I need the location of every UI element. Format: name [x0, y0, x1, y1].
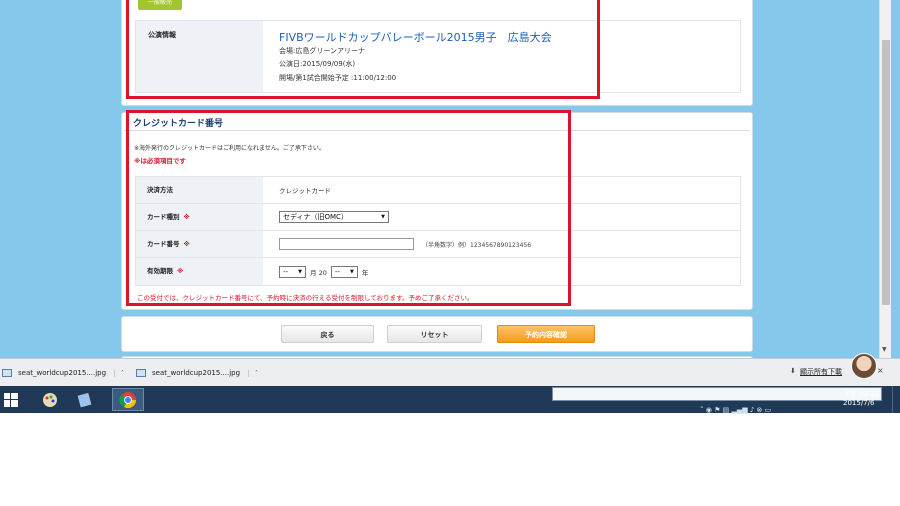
vertical-scrollbar[interactable]: ▼	[879, 0, 891, 358]
highlight-box-event	[126, 0, 600, 99]
download-arrow-icon: ⬇	[790, 367, 796, 375]
image-file-icon	[2, 369, 12, 377]
paint-app-icon[interactable]	[35, 388, 65, 411]
show-desktop-button[interactable]	[892, 386, 900, 413]
notes-app-icon[interactable]	[70, 388, 100, 411]
back-button[interactable]: 戻る	[281, 325, 374, 343]
clock-time: 下午 03:22	[843, 390, 880, 398]
download-item[interactable]: seat_worldcup2015....jpg ˄	[2, 363, 130, 383]
security-icon[interactable]: ◉	[706, 406, 712, 414]
highlight-box-card	[126, 110, 571, 306]
network-icon[interactable]: ▤	[723, 406, 730, 414]
signal-icon[interactable]: ▂▄▆	[731, 406, 747, 414]
confirm-reservation-button[interactable]: 予約内容確認	[497, 325, 595, 343]
show-all-downloads-link[interactable]: 顯示所有下載	[800, 367, 842, 377]
avatar	[851, 353, 877, 379]
taskbar-clock[interactable]: 下午 03:22 2015/7/6	[843, 390, 879, 408]
volume-icon[interactable]: ♪	[750, 406, 754, 414]
close-circle-icon[interactable]: ⊗	[757, 406, 763, 414]
scroll-down-arrow-icon[interactable]: ▼	[882, 346, 887, 353]
reset-button[interactable]: リセット	[387, 325, 482, 343]
chevron-up-icon[interactable]: ˄	[700, 406, 704, 414]
download-bar: seat_worldcup2015....jpg ˄ seat_worldcup…	[0, 358, 900, 386]
keyboard-icon[interactable]: ▭	[765, 406, 772, 414]
image-file-icon	[136, 369, 146, 377]
chrome-icon[interactable]	[112, 388, 144, 411]
taskbar-input-box[interactable]	[552, 387, 882, 401]
download-item[interactable]: seat_worldcup2015....jpg ˄	[136, 363, 266, 383]
clock-date: 2015/7/6	[843, 399, 875, 407]
windows-start-icon[interactable]	[0, 388, 22, 411]
chevron-up-icon[interactable]: ˄	[114, 369, 124, 377]
scrollbar-thumb[interactable]	[882, 40, 890, 305]
browser-viewport: 一般販売 公演情報 FIVBワールドカップバレーボール2015男子 広島大会 会…	[0, 0, 900, 358]
chevron-up-icon[interactable]: ˄	[248, 369, 258, 377]
flag-icon[interactable]: ⚑	[714, 406, 720, 414]
close-icon[interactable]: ×	[877, 366, 884, 375]
system-tray: ˄ ◉ ⚑ ▤ ▂▄▆ ♪ ⊗ ▭	[700, 406, 771, 414]
